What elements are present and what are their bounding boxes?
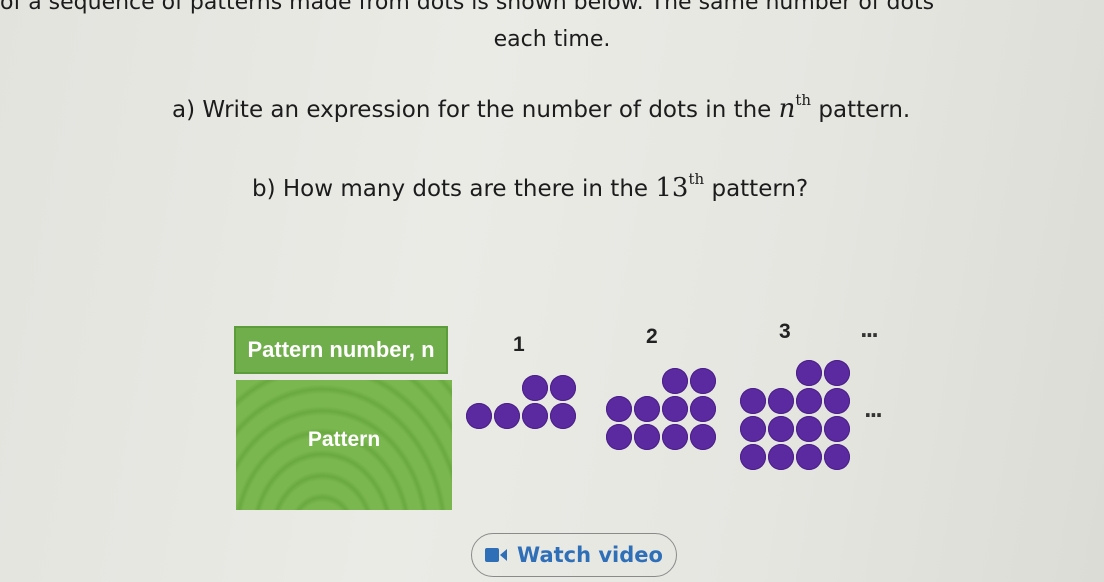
dot: [768, 444, 794, 470]
dot: [690, 396, 716, 422]
part-a-suffix: pattern.: [818, 97, 911, 123]
question-part-b: b) How many dots are there in the 13th p…: [252, 170, 808, 203]
watch-video-button[interactable]: Watch video: [471, 533, 677, 577]
part-a-variable: n: [778, 94, 796, 124]
part-b-prefix: b) How many dots are there in the: [252, 176, 649, 202]
dot: [768, 388, 794, 414]
dot: [768, 416, 794, 442]
part-b-suffix: pattern?: [711, 176, 809, 202]
pattern-number-3: 3: [779, 320, 791, 343]
dot: [740, 388, 766, 414]
pattern-row-header: Pattern: [236, 380, 452, 510]
video-camera-icon: [485, 548, 508, 562]
part-b-number: 13: [655, 173, 689, 203]
dot: [662, 424, 688, 450]
dot: [796, 444, 822, 470]
dot: [690, 368, 716, 394]
dot: [690, 424, 716, 450]
dot: [824, 388, 850, 414]
dot: [662, 396, 688, 422]
dot: [550, 403, 576, 429]
part-b-superscript: th: [688, 170, 705, 188]
question-part-a: a) Write an expression for the number of…: [172, 91, 910, 124]
dot: [824, 416, 850, 442]
dot: [824, 360, 850, 386]
dot: [796, 416, 822, 442]
pattern-number-2: 2: [646, 325, 658, 348]
dot: [740, 444, 766, 470]
dot: [494, 403, 520, 429]
dot: [796, 388, 822, 414]
dot: [606, 396, 632, 422]
dot: [662, 368, 688, 394]
dot: [466, 403, 492, 429]
watch-video-label: Watch video: [517, 543, 663, 567]
part-a-superscript: th: [795, 91, 812, 109]
pattern-number-header: Pattern number, n: [234, 326, 448, 374]
dot: [796, 360, 822, 386]
dot: [824, 444, 850, 470]
dot: [550, 375, 576, 401]
dot: [606, 424, 632, 450]
part-a-prefix: a) Write an expression for the number of…: [172, 97, 772, 123]
dot: [634, 424, 660, 450]
question-intro-line1: of a sequence of patterns made from dots…: [0, 0, 935, 15]
dot: [522, 403, 548, 429]
question-intro-line2: each time.: [493, 27, 611, 52]
number-ellipsis: ...: [860, 318, 879, 342]
dot: [522, 375, 548, 401]
pattern-ellipsis: ...: [864, 398, 883, 422]
pattern-number-1: 1: [513, 333, 525, 356]
dot: [634, 396, 660, 422]
pattern-label: Pattern: [307, 428, 381, 451]
dot: [740, 416, 766, 442]
